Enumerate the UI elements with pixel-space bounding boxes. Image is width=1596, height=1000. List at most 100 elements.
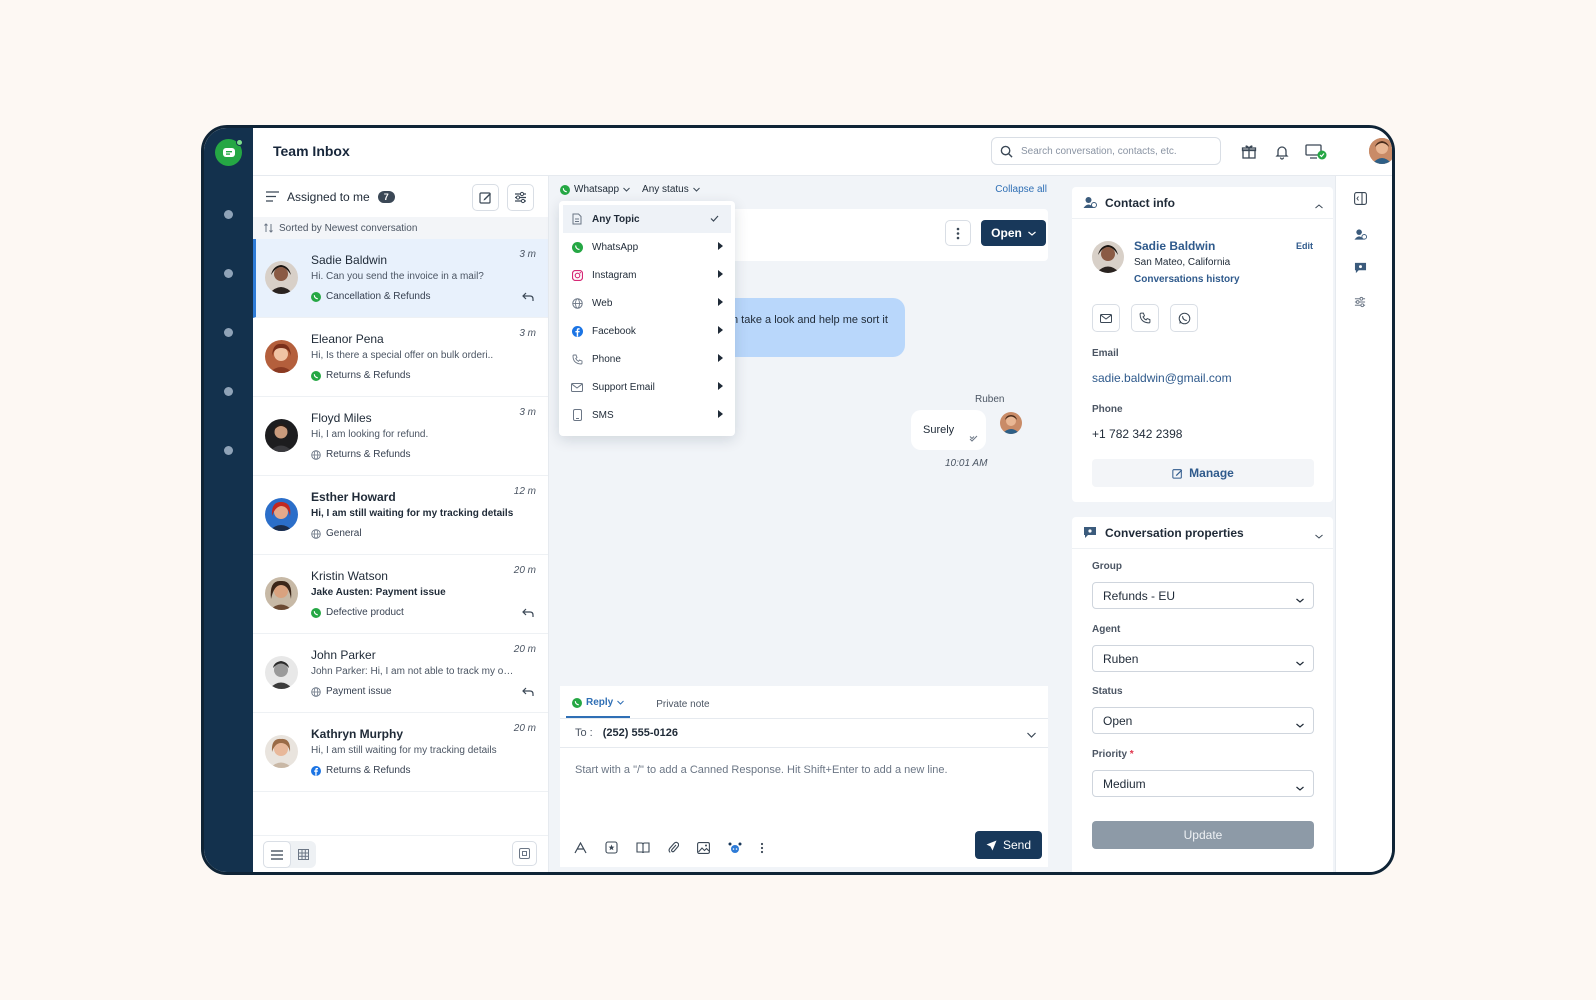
dropdown-item-phone[interactable]: Phone — [559, 345, 735, 373]
contact-name: Kathryn Murphy — [311, 727, 404, 741]
dropdown-item-whatsapp[interactable]: WhatsApp — [559, 233, 735, 261]
conversation-item-esther-howard[interactable]: Esther Howard 12 m Hi, I am still waitin… — [253, 476, 548, 555]
dropdown-item-facebook[interactable]: Facebook — [559, 317, 735, 345]
topic-tag: Returns & Refunds — [311, 449, 411, 460]
dropdown-item-instagram[interactable]: Instagram — [559, 261, 735, 289]
message-preview: Hi, I am still waiting for my tracking d… — [311, 745, 497, 756]
conversation-item-kristin-watson[interactable]: Kristin Watson 20 m Jake Austen: Payment… — [253, 555, 548, 634]
contact-info-card: Contact info Sadie Baldwin Edit San Mate… — [1072, 187, 1333, 502]
time-ago: 3 m — [519, 407, 536, 418]
phone-label: Phone — [1092, 404, 1123, 415]
whatsapp-contact-button[interactable] — [1170, 304, 1198, 332]
online-dot — [236, 139, 243, 146]
incoming-message: n take a look and help me sort it — [732, 298, 905, 357]
app-logo[interactable] — [215, 139, 243, 166]
contact-phone: +1 782 342 2398 — [1092, 427, 1183, 441]
globe-icon — [311, 528, 321, 539]
contact-name: Floyd Miles — [311, 411, 372, 425]
tab-reply[interactable]: Reply — [566, 697, 631, 718]
nav-item-3[interactable] — [224, 328, 233, 337]
sender-name: Ruben — [975, 394, 1005, 405]
paperclip-icon[interactable] — [668, 841, 680, 857]
chevron-up-icon[interactable] — [1315, 198, 1323, 212]
more-options-button[interactable] — [945, 220, 971, 246]
conversation-item-eleanor-pena[interactable]: Eleanor Pena 3 m Hi, Is there a special … — [253, 318, 548, 397]
collapse-all-link[interactable]: Collapse all — [995, 184, 1047, 195]
topic-tag: Defective product — [311, 607, 404, 618]
message-input[interactable]: Start with a "/" to add a Canned Respons… — [560, 748, 1048, 808]
search-box[interactable] — [991, 137, 1221, 165]
recipient-row[interactable]: To : (252) 555-0126 — [560, 719, 1048, 748]
chat-properties-icon[interactable] — [1352, 260, 1368, 276]
call-contact-button[interactable] — [1131, 304, 1159, 332]
nav-item-1[interactable] — [224, 210, 233, 219]
compose-button[interactable] — [472, 184, 499, 211]
text-format-icon[interactable] — [574, 841, 587, 857]
email-contact-button[interactable] — [1092, 304, 1120, 332]
sliders-icon[interactable] — [1352, 294, 1368, 310]
search-input[interactable] — [1021, 145, 1211, 157]
conversation-item-john-parker[interactable]: John Parker 20 m John Parker: Hi, I am n… — [253, 634, 548, 713]
manage-button[interactable]: Manage — [1092, 459, 1314, 487]
nav-item-2[interactable] — [224, 269, 233, 278]
send-button[interactable]: Send — [975, 831, 1042, 859]
ai-assist-icon[interactable] — [728, 842, 742, 857]
filter-lines-icon[interactable] — [266, 191, 279, 202]
whatsapp-icon — [572, 697, 582, 708]
contact-card-icon[interactable] — [1352, 226, 1368, 242]
chevron-down-icon[interactable] — [1315, 528, 1323, 542]
dropdown-item-sms[interactable]: SMS — [559, 401, 735, 429]
check-icon — [710, 214, 719, 225]
avatar — [265, 577, 298, 610]
list-header: Assigned to me 7 — [253, 176, 548, 217]
priority-select[interactable]: Medium — [1092, 770, 1314, 797]
time-ago: 20 m — [513, 723, 536, 734]
conversation-properties-header[interactable]: Conversation properties — [1072, 517, 1333, 549]
chat-panel: Whatsapp Any status Collapse all Open n … — [549, 176, 1057, 872]
update-button[interactable]: Update — [1092, 821, 1314, 849]
tab-private-note[interactable]: Private note — [650, 699, 715, 718]
user-avatar[interactable] — [1369, 138, 1392, 164]
dropdown-item-any-topic[interactable]: Any Topic — [563, 205, 731, 233]
assigned-filter-label[interactable]: Assigned to me — [287, 190, 370, 204]
bell-icon[interactable] — [1271, 141, 1293, 163]
conversation-item-sadie-baldwin[interactable]: Sadie Baldwin 3 m Hi. Can you send the i… — [253, 239, 548, 318]
nav-item-5[interactable] — [224, 446, 233, 455]
list-settings-button[interactable] — [507, 184, 534, 211]
conversation-item-floyd-miles[interactable]: Floyd Miles 3 m Hi, I am looking for ref… — [253, 397, 548, 476]
image-icon[interactable] — [697, 841, 710, 857]
caret-right-icon — [718, 326, 723, 337]
collapse-panel-icon[interactable] — [1352, 190, 1368, 206]
list-view-button[interactable] — [263, 841, 291, 868]
channel-filter[interactable]: Whatsapp — [560, 184, 630, 195]
time-ago: 20 m — [513, 644, 536, 655]
status-select[interactable]: Open — [1092, 707, 1314, 734]
conversation-item-kathryn-murphy[interactable]: Kathryn Murphy 20 m Hi, I am still waiti… — [253, 713, 548, 792]
monitor-status-icon[interactable] — [1305, 141, 1327, 163]
gift-icon[interactable] — [1238, 141, 1260, 163]
nav-item-4[interactable] — [224, 387, 233, 396]
agent-select[interactable]: Ruben — [1092, 645, 1314, 672]
conversation-history-link[interactable]: Conversations history — [1134, 274, 1240, 285]
contact-email[interactable]: sadie.baldwin@gmail.com — [1092, 371, 1232, 385]
mail-icon — [1100, 313, 1112, 323]
message-time: 10:01 AM — [945, 458, 988, 469]
sort-row[interactable]: Sorted by Newest conversation — [253, 217, 548, 239]
canned-response-icon[interactable] — [605, 841, 618, 857]
status-open-button[interactable]: Open — [981, 220, 1046, 246]
knowledge-base-icon[interactable] — [636, 841, 650, 857]
status-filter[interactable]: Any status — [642, 184, 700, 195]
dropdown-item-web[interactable]: Web — [559, 289, 735, 317]
group-select[interactable]: Refunds - EU — [1092, 582, 1314, 609]
composer-toolbar — [574, 841, 764, 857]
chevron-down-icon — [1296, 717, 1304, 731]
edit-contact-link[interactable]: Edit — [1296, 241, 1313, 251]
grid-view-button[interactable] — [291, 841, 317, 868]
time-ago: 3 m — [519, 328, 536, 339]
more-vertical-icon[interactable] — [760, 842, 764, 857]
panel-toggle-button[interactable] — [512, 841, 537, 866]
chevron-down-icon[interactable] — [1027, 729, 1036, 741]
dropdown-item-support-email[interactable]: Support Email — [559, 373, 735, 401]
replied-icon — [522, 607, 534, 621]
contact-info-header[interactable]: Contact info — [1072, 187, 1333, 219]
